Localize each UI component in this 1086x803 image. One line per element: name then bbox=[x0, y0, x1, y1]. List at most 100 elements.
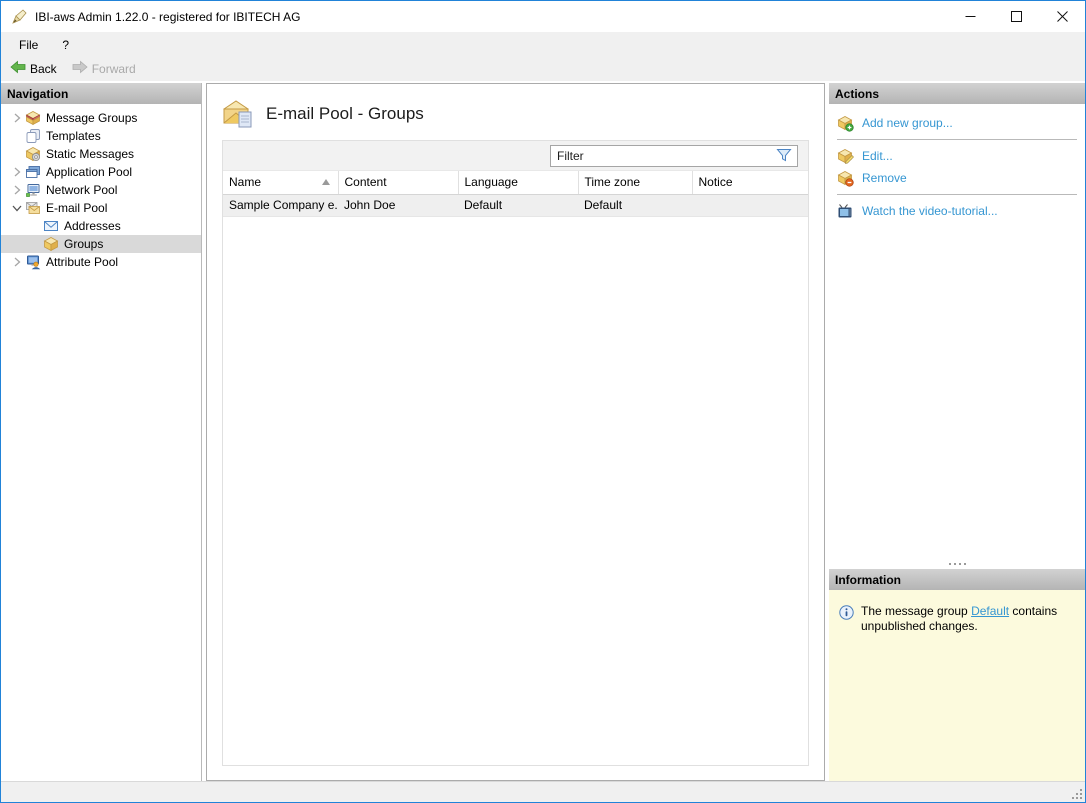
actions-separator bbox=[837, 139, 1077, 140]
title-bar: IBI-aws Admin 1.22.0 - registered for IB… bbox=[1, 1, 1085, 32]
tree-item-attribute-pool[interactable]: Attribute Pool bbox=[1, 253, 201, 271]
chevron-placeholder bbox=[9, 128, 25, 144]
chevron-down-icon[interactable] bbox=[9, 200, 25, 216]
cell-notice[interactable] bbox=[692, 194, 808, 217]
menu-bar: File ? bbox=[1, 32, 1085, 57]
action-label[interactable]: Remove bbox=[862, 171, 907, 185]
cell-language[interactable]: Default bbox=[458, 194, 578, 217]
info-icon bbox=[839, 605, 854, 620]
tree-item-email-pool[interactable]: E-mail Pool bbox=[1, 199, 201, 217]
forward-button[interactable]: Forward bbox=[66, 57, 142, 80]
tree-item-network-pool[interactable]: Network Pool bbox=[1, 181, 201, 199]
column-header-timezone[interactable]: Time zone bbox=[578, 171, 693, 195]
actions-separator bbox=[837, 194, 1077, 195]
right-column: Actions Add new group... Edit... Remove … bbox=[829, 83, 1085, 781]
app-icon bbox=[10, 8, 28, 26]
chevron-right-icon[interactable] bbox=[9, 164, 25, 180]
minimize-button[interactable] bbox=[947, 1, 993, 32]
chevron-right-icon[interactable] bbox=[9, 254, 25, 270]
groups-table: Name Content Language Time zone Notice S… bbox=[223, 171, 808, 217]
tree-item-label: E-mail Pool bbox=[46, 201, 108, 215]
table-row[interactable]: Sample Company e... John Doe Default Def… bbox=[223, 194, 808, 217]
chevron-placeholder bbox=[27, 236, 43, 252]
attribute-pool-icon bbox=[25, 254, 41, 270]
splitter-handle[interactable] bbox=[829, 559, 1085, 569]
forward-arrow-icon bbox=[72, 59, 88, 78]
tree-item-label: Network Pool bbox=[46, 183, 118, 197]
information-message: The message group Default contains unpub… bbox=[861, 604, 1058, 633]
forward-label: Forward bbox=[91, 61, 136, 76]
column-header-content[interactable]: Content bbox=[338, 171, 459, 195]
chevron-right-icon[interactable] bbox=[9, 110, 25, 126]
menu-file[interactable]: File bbox=[10, 35, 47, 55]
actions-panel-filler bbox=[829, 226, 1085, 559]
email-pool-groups-icon bbox=[222, 99, 254, 129]
filter-bar bbox=[223, 141, 808, 171]
tree-item-label: Application Pool bbox=[46, 165, 133, 179]
main-header: E-mail Pool - Groups bbox=[222, 94, 809, 134]
action-label[interactable]: Edit... bbox=[862, 149, 893, 163]
navigation-panel-header: Navigation bbox=[1, 83, 201, 104]
close-button[interactable] bbox=[1039, 1, 1085, 32]
templates-icon bbox=[25, 128, 41, 144]
app-window: IBI-aws Admin 1.22.0 - registered for IB… bbox=[0, 0, 1086, 803]
sort-ascending-icon bbox=[321, 179, 330, 185]
window-title: IBI-aws Admin 1.22.0 - registered for IB… bbox=[35, 9, 301, 24]
tree-item-groups[interactable]: Groups bbox=[1, 235, 201, 253]
action-label[interactable]: Watch the video-tutorial... bbox=[862, 204, 998, 218]
tree-item-label: Static Messages bbox=[46, 147, 135, 161]
tree-item-label: Groups bbox=[64, 237, 104, 251]
tree-item-application-pool[interactable]: Application Pool bbox=[1, 163, 201, 181]
email-pool-icon bbox=[25, 200, 41, 216]
information-panel-header: Information bbox=[829, 569, 1085, 590]
filter-funnel-icon[interactable] bbox=[776, 148, 794, 163]
tree-item-static-messages[interactable]: Static Messages bbox=[1, 145, 201, 163]
filter-input-box[interactable] bbox=[550, 144, 798, 167]
edit-group-icon bbox=[837, 148, 854, 165]
information-body: The message group Default contains unpub… bbox=[829, 590, 1085, 781]
column-header-language[interactable]: Language bbox=[458, 171, 579, 195]
window-controls bbox=[947, 1, 1085, 32]
chevron-placeholder bbox=[9, 146, 25, 162]
content-area: Navigation Message Groups Templates Stat… bbox=[1, 81, 1085, 781]
status-bar bbox=[1, 781, 1085, 802]
navigation-tree: Message Groups Templates Static Messages… bbox=[1, 104, 201, 271]
information-panel: Information The message group Default co… bbox=[829, 569, 1085, 781]
menu-help[interactable]: ? bbox=[53, 35, 78, 55]
network-pool-icon bbox=[25, 182, 41, 198]
cell-timezone[interactable]: Default bbox=[578, 194, 692, 217]
tree-item-message-groups[interactable]: Message Groups bbox=[1, 109, 201, 127]
maximize-button[interactable] bbox=[993, 1, 1039, 32]
cell-content[interactable]: John Doe bbox=[338, 194, 458, 217]
navigation-panel: Navigation Message Groups Templates Stat… bbox=[1, 83, 202, 781]
column-header-name[interactable]: Name bbox=[223, 171, 339, 195]
cell-name[interactable]: Sample Company e... bbox=[223, 194, 338, 217]
main-panel: E-mail Pool - Groups Filter Name Content… bbox=[206, 83, 825, 781]
page-title: E-mail Pool - Groups bbox=[266, 104, 424, 123]
tree-item-label: Attribute Pool bbox=[46, 255, 119, 269]
remove-group-action[interactable]: Remove bbox=[837, 167, 1085, 189]
chevron-right-icon[interactable] bbox=[9, 182, 25, 198]
back-arrow-icon bbox=[10, 59, 26, 78]
edit-group-action[interactable]: Edit... bbox=[837, 145, 1085, 167]
groups-table-region: Name Content Language Time zone Notice S… bbox=[222, 140, 809, 766]
back-button[interactable]: Back bbox=[4, 57, 63, 80]
table-header-row: Name Content Language Time zone Notice bbox=[223, 171, 808, 195]
resize-grip-icon[interactable] bbox=[1070, 787, 1084, 801]
filter-input[interactable] bbox=[551, 148, 776, 163]
column-header-notice[interactable]: Notice bbox=[692, 171, 808, 195]
actions-list: Add new group... Edit... Remove Watch th… bbox=[829, 104, 1085, 226]
tree-item-label: Message Groups bbox=[46, 111, 138, 125]
video-tutorial-action[interactable]: Watch the video-tutorial... bbox=[837, 200, 1085, 222]
tree-item-addresses[interactable]: Addresses bbox=[1, 217, 201, 235]
chevron-placeholder bbox=[27, 218, 43, 234]
navigation-toolbar: Back Forward bbox=[1, 57, 1085, 81]
tree-item-templates[interactable]: Templates bbox=[1, 127, 201, 145]
action-label[interactable]: Add new group... bbox=[862, 116, 953, 130]
default-group-link[interactable]: Default bbox=[971, 604, 1009, 618]
static-messages-icon bbox=[25, 146, 41, 162]
back-label: Back bbox=[30, 61, 57, 76]
message-groups-icon bbox=[25, 110, 41, 126]
add-new-group-action[interactable]: Add new group... bbox=[837, 112, 1085, 134]
actions-panel: Actions Add new group... Edit... Remove … bbox=[829, 83, 1085, 226]
